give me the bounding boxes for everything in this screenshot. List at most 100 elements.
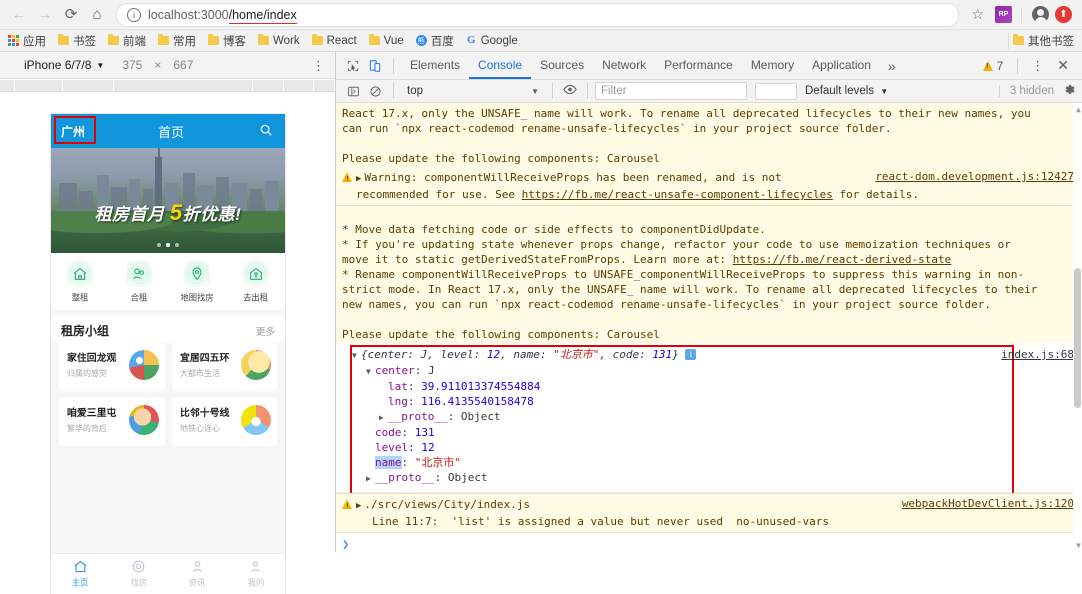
bookmark-apps[interactable]: 应用 (8, 33, 46, 49)
tabbar-item-mine[interactable]: 我的 (227, 559, 286, 589)
info-icon[interactable]: i (685, 349, 697, 360)
group-card[interactable]: 宜居四五环 大都市生活 (171, 343, 277, 391)
tabbar-item-news[interactable]: 资讯 (168, 559, 227, 589)
expand-triangle-icon[interactable]: ▶ (356, 501, 361, 511)
expand-triangle-icon[interactable]: ▶ (356, 174, 361, 184)
scroll-down-arrow-icon[interactable]: ▼ (1076, 541, 1081, 550)
tab-application[interactable]: Application (803, 52, 880, 79)
device-options-kebab[interactable]: ⋮ (312, 59, 325, 72)
quick-action-hezu[interactable]: 合租 (110, 261, 169, 304)
object-row-selected[interactable]: name: "北京市" (344, 455, 1076, 470)
console-filter-input[interactable]: Filter (595, 82, 747, 100)
tab-network[interactable]: Network (593, 52, 655, 79)
warning-count-badge[interactable]: 7 (982, 59, 1003, 73)
console-message-object[interactable]: index.js:68 ▼ {center: J, level: 12, name… (336, 343, 1082, 501)
tab-elements[interactable]: Elements (401, 52, 469, 79)
card-title: 比邻十号线 (179, 407, 229, 419)
expand-triangle-icon[interactable]: ▶ (379, 410, 388, 425)
object-summary[interactable]: ▼ {center: J, level: 12, name: "北京市", cod… (344, 347, 1076, 363)
device-height-input[interactable]: 667 (173, 58, 193, 72)
carousel-dots[interactable] (51, 243, 285, 247)
object-row-proto[interactable]: ▶ __proto__: Object (344, 409, 1076, 425)
tab-console[interactable]: Console (469, 52, 531, 79)
more-tabs-icon[interactable]: » (880, 58, 904, 74)
console-sidebar-icon[interactable] (342, 80, 364, 102)
bookmark-vue[interactable]: Vue (368, 34, 404, 47)
bookmark-qianduan[interactable]: 前端 (108, 33, 146, 49)
console-output[interactable]: React 17.x, only the UNSAFE_ name will w… (336, 103, 1082, 552)
object-row-value: Object (460, 410, 501, 423)
close-devtools-icon[interactable]: ✕ (1050, 57, 1076, 74)
quick-action-map[interactable]: 地图找房 (168, 261, 227, 304)
group-card[interactable]: 比邻十号线 地铁心连心 (171, 398, 277, 446)
console-context-select[interactable]: top ▼ (401, 85, 545, 97)
warn-link-lifecycles[interactable]: https://fb.me/react-unsafe-component-lif… (522, 188, 833, 201)
forward-button[interactable]: → (32, 2, 58, 28)
tab-memory[interactable]: Memory (742, 52, 803, 79)
tab-performance[interactable]: Performance (655, 52, 742, 79)
source-link[interactable]: react-dom.development.js:12427 (875, 170, 1074, 183)
search-icon[interactable] (257, 123, 275, 140)
expand-triangle-icon[interactable]: ▶ (366, 471, 375, 486)
group-card[interactable]: 咱爱三里屯 繁华的背后 (59, 398, 165, 446)
tabbar-item-home[interactable]: 主页 (51, 559, 110, 589)
address-bar[interactable]: i localhost:3000/home/index (116, 2, 960, 27)
quick-action-zhengzu[interactable]: 整租 (51, 261, 110, 304)
scroll-up-arrow-icon[interactable]: ▲ (1076, 105, 1081, 114)
collapse-triangle-icon[interactable]: ▼ (352, 348, 361, 363)
obj-sum-level-key: , level: (427, 348, 487, 361)
console-message-warning[interactable]: ▶Warning: componentWillReceiveProps has … (336, 167, 1082, 206)
reload-button[interactable]: ⟳ (58, 2, 84, 28)
bookmark-shuqian[interactable]: 书签 (58, 33, 96, 49)
filter-color-swatch[interactable] (755, 82, 797, 100)
profile-avatar-icon[interactable] (1032, 6, 1049, 25)
bookmark-changyong[interactable]: 常用 (158, 33, 196, 49)
scrollbar-thumb[interactable] (1074, 268, 1081, 408)
warn-link-derived-state[interactable]: https://fb.me/react-derived-state (733, 253, 952, 266)
obj-sum-code-val: 131 (652, 348, 673, 361)
hidden-messages-count[interactable]: 3 hidden (998, 85, 1054, 97)
warn-line: React 17.x, only the UNSAFE_ name will w… (342, 107, 1031, 120)
section-more-link[interactable]: 更多 (256, 324, 275, 338)
group-card[interactable]: 家住回龙观 归属的感觉 (59, 343, 165, 391)
tabbar-item-find[interactable]: 找房 (110, 559, 169, 589)
chrome-menu-icon[interactable]: ⬆ (1055, 6, 1072, 23)
bookmark-google[interactable]: G Google (466, 35, 518, 47)
bookmark-baidu[interactable]: 熊百度 (415, 33, 454, 49)
object-row[interactable]: ▼ center: J (344, 363, 1076, 379)
inspect-cursor-icon[interactable] (342, 55, 364, 77)
site-info-icon[interactable]: i (127, 7, 141, 22)
bookmark-work[interactable]: Work (258, 34, 300, 47)
quick-action-rent-out[interactable]: 去出租 (227, 261, 286, 304)
clear-console-icon[interactable] (364, 80, 386, 102)
bookmark-boke[interactable]: 博客 (208, 33, 246, 49)
devtools-options-kebab[interactable]: ⋮ (1025, 59, 1050, 72)
back-button[interactable]: ← (6, 2, 32, 28)
console-message-eslint-warning[interactable]: ▶./src/views/City/index.js Line 11:7: 'l… (336, 493, 1082, 533)
home-button[interactable]: ⌂ (84, 2, 110, 28)
device-toggle-icon[interactable] (364, 55, 386, 77)
gear-icon[interactable] (1063, 83, 1076, 99)
folder-icon (108, 34, 119, 45)
console-prompt[interactable]: ❯ (336, 533, 1082, 552)
live-expression-icon[interactable] (560, 84, 580, 98)
other-bookmarks[interactable]: 其他书签 (1004, 32, 1074, 49)
bookmark-react[interactable]: React (311, 34, 357, 47)
url-path: /home/index (228, 7, 297, 24)
tab-sources[interactable]: Sources (531, 52, 593, 79)
device-select[interactable]: iPhone 6/7/8 ▼ (24, 58, 104, 72)
collapse-triangle-icon[interactable]: ▼ (366, 364, 375, 379)
promo-banner[interactable]: 租房首月 5折优惠! (51, 148, 285, 253)
card-title: 咱爱三里屯 (67, 407, 117, 419)
source-link[interactable]: index.js:68 (1001, 347, 1074, 362)
object-row-proto[interactable]: ▶ __proto__: Object (344, 470, 1076, 486)
device-width-input[interactable]: 375 (122, 58, 142, 72)
source-link[interactable]: webpackHotDevClient.js:120 (902, 497, 1074, 510)
house-key-icon (242, 261, 269, 287)
console-scrollbar[interactable]: ▲ ▼ (1073, 103, 1082, 552)
console-levels-select[interactable]: Default levels ▼ (805, 85, 888, 97)
warning-triangle-icon (982, 60, 993, 71)
extension-icon[interactable]: RP (995, 6, 1012, 23)
bookmark-star-icon[interactable]: ☆ (971, 6, 984, 23)
device-ruler (0, 79, 335, 92)
